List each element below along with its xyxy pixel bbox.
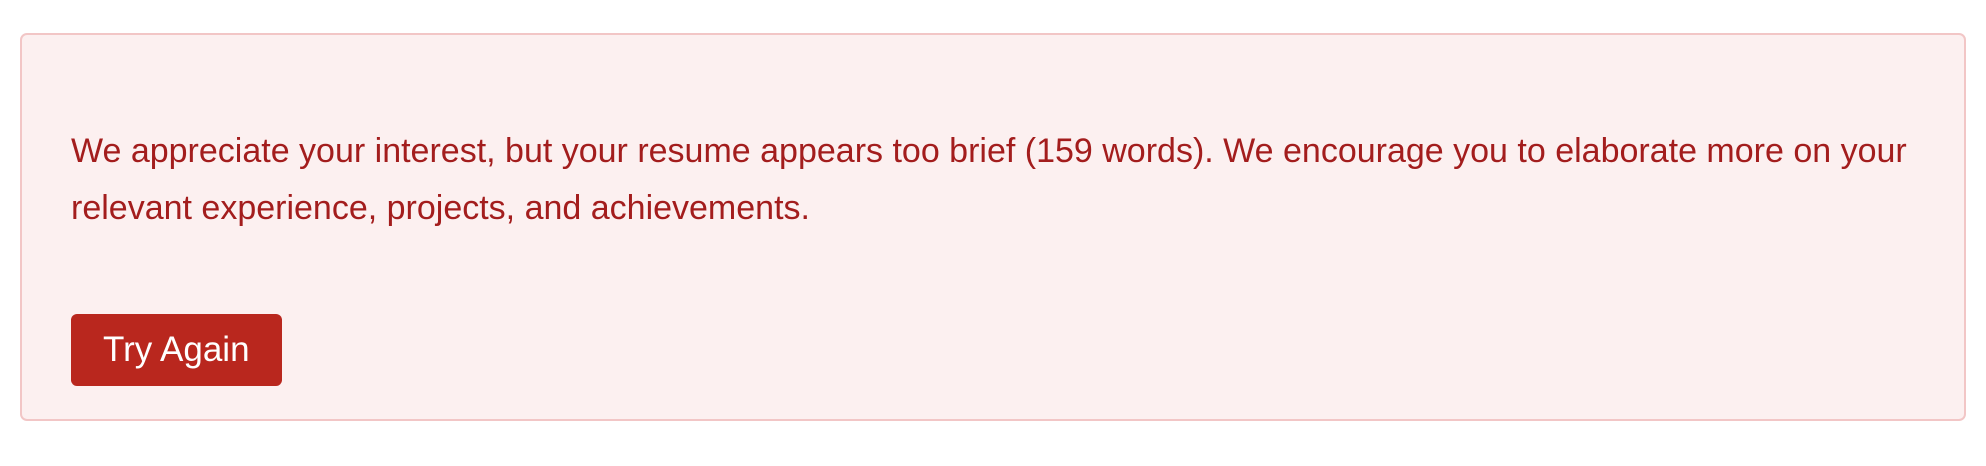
page: We appreciate your interest, but your re…: [0, 0, 1986, 466]
try-again-button[interactable]: Try Again: [71, 314, 282, 386]
error-message: We appreciate your interest, but your re…: [71, 132, 1907, 227]
error-alert: We appreciate your interest, but your re…: [20, 33, 1966, 421]
